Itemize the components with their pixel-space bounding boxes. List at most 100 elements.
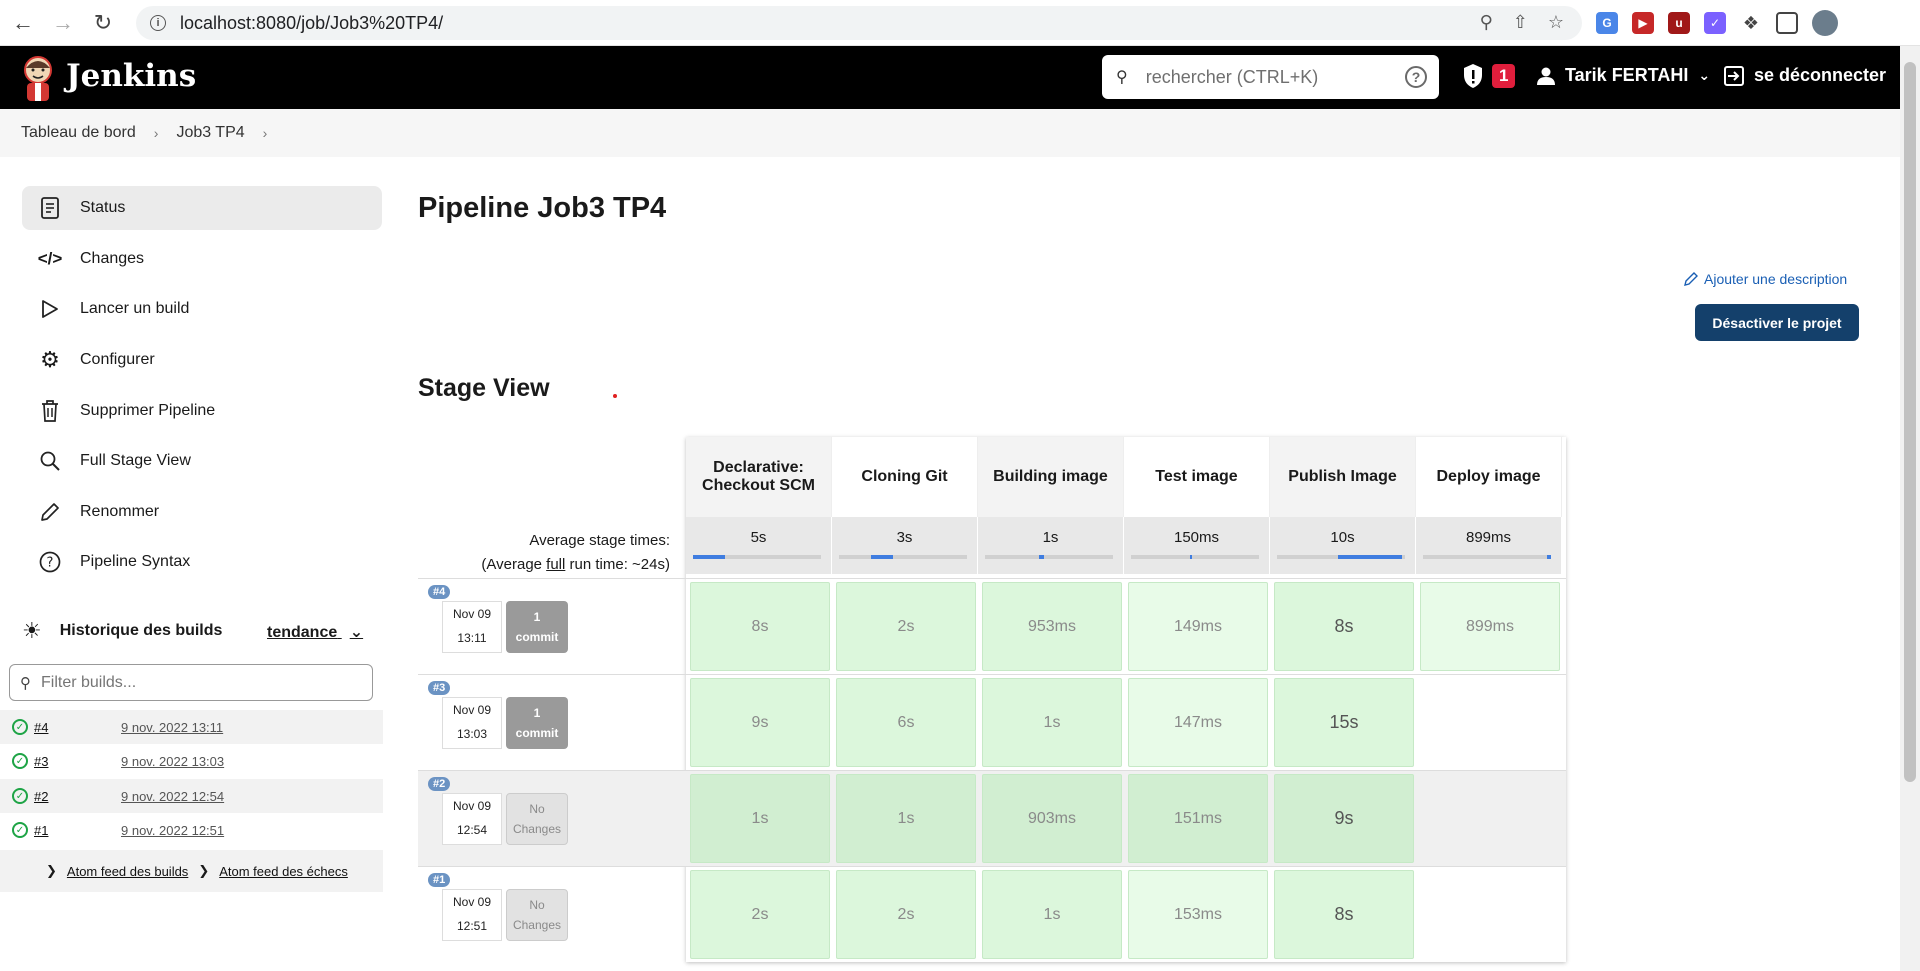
chevron-down-icon[interactable]: ⌄ [1698, 67, 1710, 84]
breadcrumb-dashboard[interactable]: Tableau de bord [21, 124, 136, 142]
sidebar-item-configure[interactable]: ⚙ Configurer [22, 338, 382, 382]
build-number-link[interactable]: #4 [34, 720, 48, 735]
sidebar-item-status[interactable]: Status [22, 186, 382, 230]
translate-extension-icon[interactable]: G [1596, 12, 1618, 34]
run-commit-count: No [529, 802, 545, 816]
stage-average-bar [1131, 555, 1259, 559]
build-date-link[interactable]: 9 nov. 2022 12:51 [121, 823, 224, 838]
ublock-extension-icon[interactable]: u [1668, 12, 1690, 34]
sun-icon[interactable]: ☀ [22, 618, 42, 644]
run-commit-button[interactable]: 1 commit [506, 601, 568, 653]
stage-run-cell[interactable]: 6s [836, 678, 976, 767]
share-icon[interactable]: ⇧ [1513, 12, 1528, 33]
atom-feed-failures-link[interactable]: Atom feed des échecs [219, 864, 348, 879]
run-row[interactable]: #3 Nov 09 13:03 1 commit 9s 6s 1s 147ms 15s [418, 674, 1566, 770]
full-run-link[interactable]: full [546, 556, 565, 573]
logout-label[interactable]: se déconnecter [1754, 65, 1886, 86]
tasks-extension-icon[interactable]: ✓ [1704, 12, 1726, 34]
build-history-row[interactable]: ✓ #3 9 nov. 2022 13:03 [0, 744, 383, 778]
stage-run-cell[interactable]: 8s [1274, 582, 1414, 671]
stage-run-cell[interactable]: 2s [690, 870, 830, 959]
logout-link[interactable]: se déconnecter [1724, 65, 1886, 86]
stage-run-cell[interactable]: 953ms [982, 582, 1122, 671]
chevron-right-icon[interactable]: › [263, 125, 268, 141]
page-scrollbar[interactable] [1900, 46, 1920, 971]
stage-run-cell[interactable]: 903ms [982, 774, 1122, 863]
sidebar-item-rename[interactable]: Renommer [22, 490, 382, 534]
build-date-link[interactable]: 9 nov. 2022 13:11 [121, 720, 223, 735]
scrollbar-thumb[interactable] [1904, 62, 1916, 782]
sidebar-item-changes[interactable]: </> Changes [22, 237, 382, 281]
sidepanel-icon[interactable] [1776, 12, 1798, 34]
stage-run-cell[interactable]: 9s [690, 678, 830, 767]
add-description-link[interactable]: Ajouter une description [1684, 271, 1847, 287]
run-number-badge[interactable]: #1 [428, 873, 451, 887]
trend-label[interactable]: tendance [267, 624, 337, 641]
url-text[interactable]: localhost:8080/job/Job3%20TP4/ [180, 13, 443, 34]
build-number-link[interactable]: #3 [34, 754, 48, 769]
back-icon[interactable]: ← [6, 6, 40, 40]
stage-run-cell[interactable]: 899ms [1420, 582, 1560, 671]
info-icon[interactable]: i [150, 15, 166, 31]
run-number-badge[interactable]: #2 [428, 777, 451, 791]
sidebar-item-build[interactable]: Lancer un build [22, 287, 382, 331]
build-history-row[interactable]: ✓ #2 9 nov. 2022 12:54 [0, 779, 383, 813]
run-row[interactable]: #4 Nov 09 13:11 1 commit 8s 2s 953ms 149ms 8s 899m… [418, 578, 1566, 674]
run-date-day: Nov 09 [452, 607, 492, 621]
disable-project-button[interactable]: Désactiver le projet [1695, 304, 1859, 341]
run-row[interactable]: #1 Nov 09 12:51 No Changes 2s 2s 1s 153ms 8s [418, 866, 1566, 962]
build-history-row[interactable]: ✓ #1 9 nov. 2022 12:51 [0, 813, 383, 847]
stage-run-cell[interactable]: 1s [836, 774, 976, 863]
stage-run-cell[interactable]: 1s [982, 870, 1122, 959]
reload-icon[interactable]: ↻ [86, 6, 120, 40]
zoom-icon[interactable]: ⚲ [1480, 12, 1493, 33]
filter-builds[interactable]: ⚲ [9, 664, 373, 701]
global-search[interactable]: ⚲ ? [1102, 55, 1439, 99]
user-menu[interactable]: Tarik FERTAHI ⌄ [1537, 65, 1710, 86]
build-date-link[interactable]: 9 nov. 2022 13:03 [121, 754, 224, 769]
stage-run-cell[interactable]: 1s [982, 678, 1122, 767]
stage-run-cell[interactable]: 2s [836, 870, 976, 959]
stage-run-cell[interactable]: 8s [690, 582, 830, 671]
profile-avatar[interactable] [1812, 10, 1838, 36]
forward-icon[interactable]: → [46, 6, 80, 40]
user-name[interactable]: Tarik FERTAHI [1565, 65, 1688, 86]
build-number-link[interactable]: #2 [34, 789, 48, 804]
stage-run-cell[interactable]: 9s [1274, 774, 1414, 863]
run-number-badge[interactable]: #4 [428, 585, 451, 599]
run-commit-button[interactable]: 1 commit [506, 697, 568, 749]
jenkins-logo-icon[interactable] [20, 54, 56, 102]
chevron-right-icon[interactable]: › [154, 125, 159, 141]
stage-run-cell[interactable]: 15s [1274, 678, 1414, 767]
stage-run-cell[interactable]: 151ms [1128, 774, 1268, 863]
sidebar-item-pipeline-syntax[interactable]: ? Pipeline Syntax [22, 540, 382, 584]
filter-builds-input[interactable] [41, 673, 341, 692]
stage-run-cell[interactable]: 149ms [1128, 582, 1268, 671]
build-date-link[interactable]: 9 nov. 2022 12:54 [121, 789, 224, 804]
build-history-row[interactable]: ✓ #4 9 nov. 2022 13:11 [0, 710, 383, 744]
stage-run-cell[interactable]: 153ms [1128, 870, 1268, 959]
sidebar-item-full-stage-view[interactable]: Full Stage View [22, 439, 382, 483]
breadcrumb-job[interactable]: Job3 TP4 [176, 124, 244, 142]
trend-link[interactable]: tendance ⌄ [267, 622, 363, 642]
security-alerts[interactable]: 1 [1462, 63, 1516, 89]
puzzle-extensions-icon[interactable]: ❖ [1740, 12, 1762, 34]
bookmark-star-icon[interactable]: ☆ [1548, 12, 1564, 33]
run-row[interactable]: #2 Nov 09 12:54 No Changes 1s 1s 903ms 151ms 9s [418, 770, 1566, 866]
atom-feed-builds-link[interactable]: Atom feed des builds [67, 864, 188, 879]
address-bar[interactable]: i localhost:8080/job/Job3%20TP4/ ⚲ ⇧ ☆ [136, 6, 1582, 40]
stage-run-cell[interactable]: 1s [690, 774, 830, 863]
search-help-icon[interactable]: ? [1405, 66, 1427, 88]
sidebar-item-delete[interactable]: Supprimer Pipeline [22, 389, 382, 433]
success-icon: ✓ [12, 719, 28, 735]
run-number-badge[interactable]: #3 [428, 681, 451, 695]
stage-run-cell[interactable]: 8s [1274, 870, 1414, 959]
stage-run-cell[interactable]: 2s [836, 582, 976, 671]
add-description-label[interactable]: Ajouter une description [1704, 271, 1847, 287]
jenkins-brand[interactable]: Jenkins [66, 58, 196, 94]
stage-run-cell[interactable]: 147ms [1128, 678, 1268, 767]
video-extension-icon[interactable]: ▶ [1632, 12, 1654, 34]
search-input[interactable] [1145, 66, 1386, 88]
chevron-down-icon[interactable]: ⌄ [350, 624, 363, 641]
build-number-link[interactable]: #1 [34, 823, 48, 838]
